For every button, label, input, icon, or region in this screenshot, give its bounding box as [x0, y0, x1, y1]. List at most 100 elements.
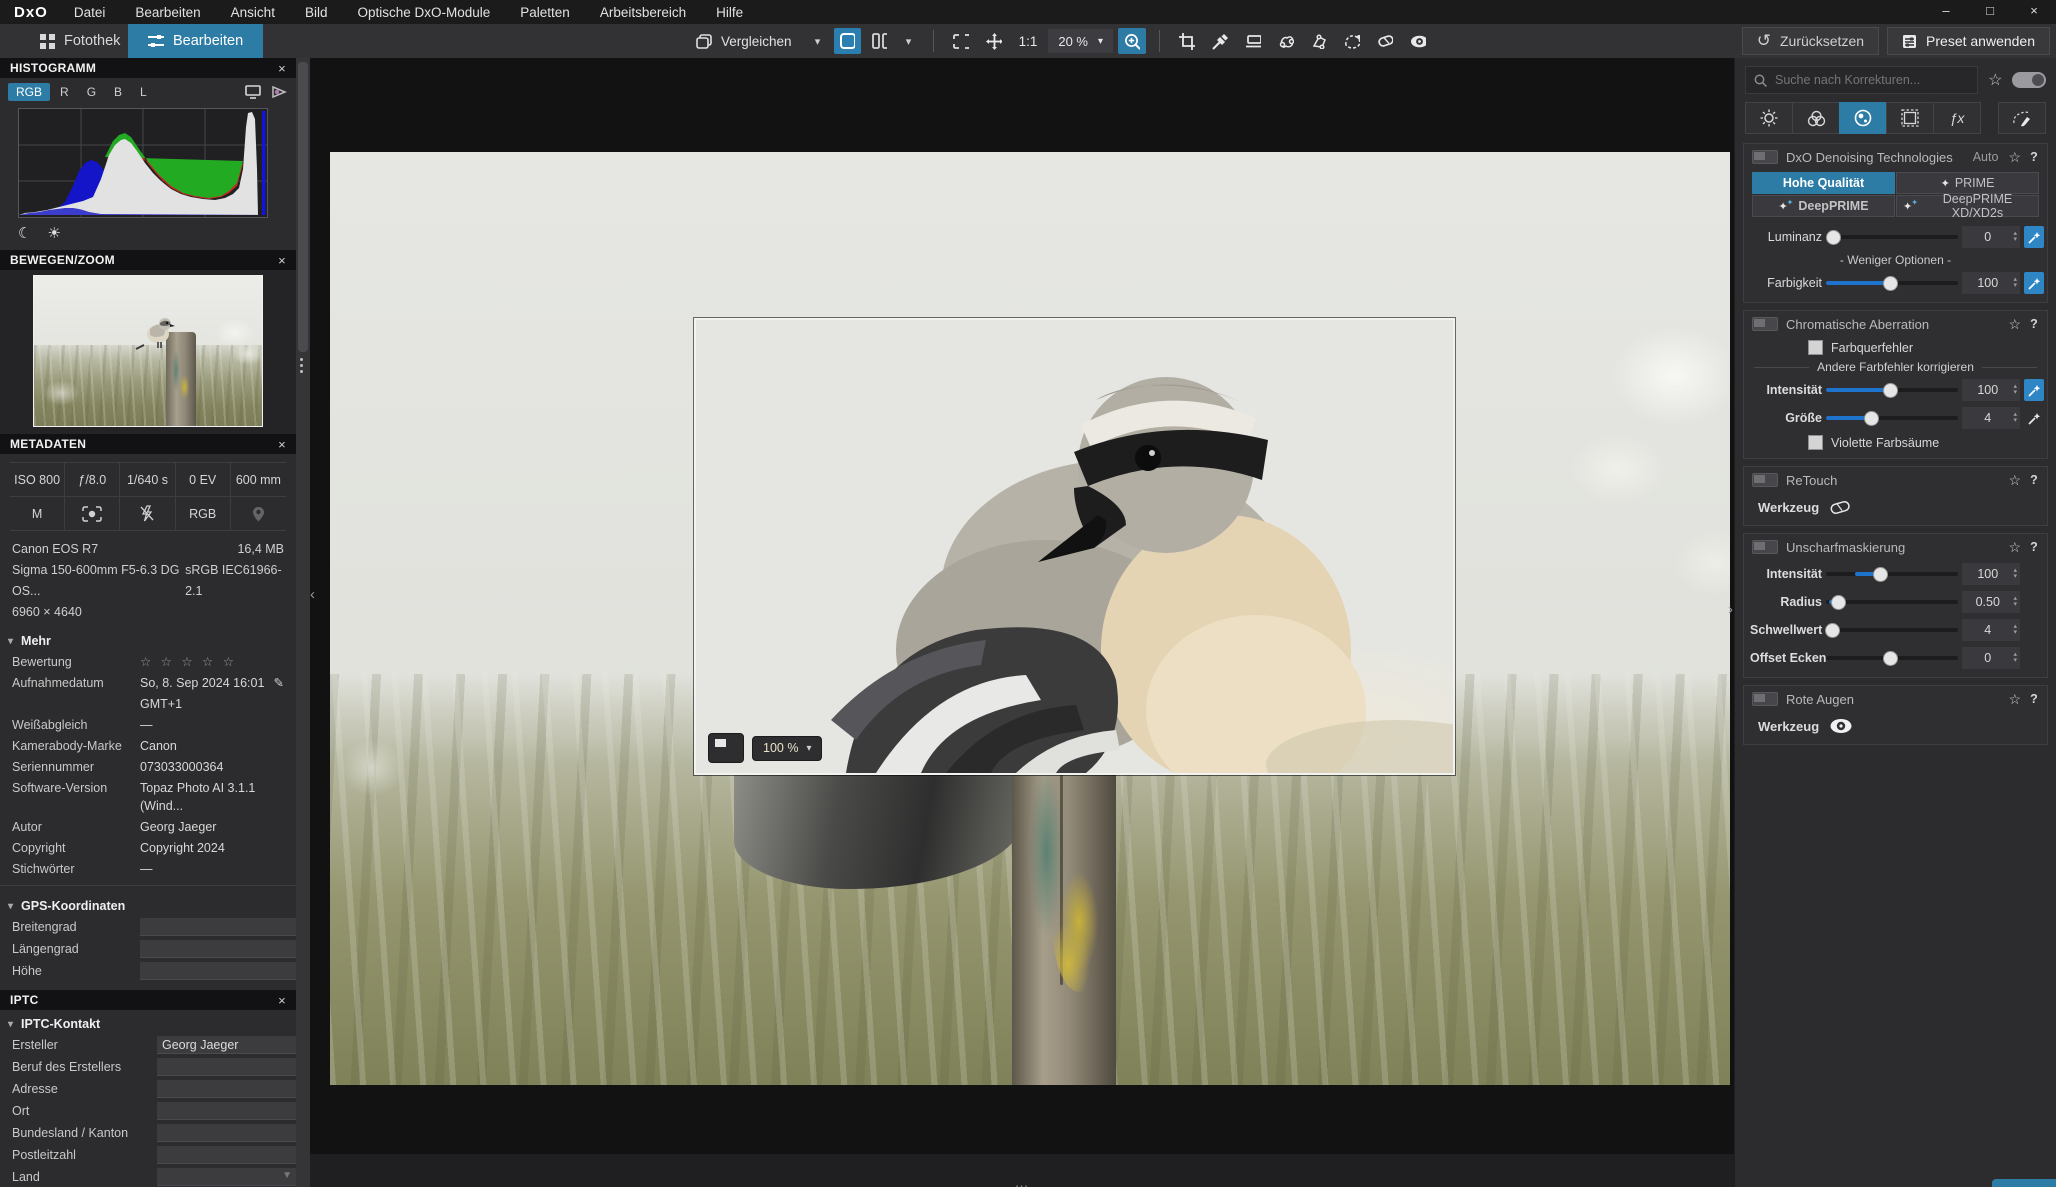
retouch-eraser-icon[interactable] — [1829, 499, 1851, 515]
split-view-button[interactable] — [866, 28, 893, 54]
single-view-button[interactable] — [834, 28, 861, 54]
usm-threshold-value-box[interactable]: 4▴▾ — [1962, 619, 2020, 641]
horizon-tool-button[interactable] — [1239, 28, 1267, 54]
luminance-slider[interactable] — [1826, 231, 1958, 243]
mode-hohe-qualitaet[interactable]: Hohe Qualität — [1752, 172, 1895, 194]
zoom-loupe-rectangle[interactable]: 100 % ▾ — [694, 318, 1455, 775]
magic-wand-button[interactable] — [2024, 272, 2044, 294]
mode-prime[interactable]: ✦PRIME — [1896, 172, 2039, 194]
chrominance-slider[interactable] — [1826, 277, 1958, 289]
image-canvas[interactable]: 100 % ▾ … ‹ › — [310, 58, 1735, 1187]
altitude-input[interactable] — [140, 962, 296, 980]
menu-bearbeiten[interactable]: Bearbeiten — [135, 5, 200, 20]
usm-intensity-slider[interactable] — [1826, 568, 1958, 580]
help-icon[interactable]: ? — [2029, 317, 2039, 331]
photo-main-view[interactable]: 100 % ▾ — [330, 152, 1730, 1085]
help-icon[interactable]: ? — [2029, 692, 2039, 706]
favorite-star-icon[interactable]: ☆ — [2008, 539, 2021, 556]
crop-tool-button[interactable] — [1173, 28, 1201, 54]
metadata-close-icon[interactable]: × — [278, 437, 286, 452]
soft-proof-icon[interactable] — [271, 85, 288, 99]
red-eye-tool-button[interactable] — [1404, 28, 1432, 54]
ca-intensity-value-box[interactable]: 100▴▾ — [1962, 379, 2020, 401]
zoom-level-select[interactable]: 20 % ▾ — [1048, 29, 1113, 53]
menu-bild[interactable]: Bild — [305, 5, 328, 20]
category-color-icon[interactable] — [1792, 102, 1840, 134]
navigator-thumbnail[interactable] — [34, 276, 262, 426]
local-adjustments-brush-icon[interactable] — [1998, 102, 2046, 134]
retouch-eraser-tool-button[interactable] — [1371, 28, 1399, 54]
usm-threshold-slider[interactable] — [1826, 624, 1958, 636]
category-light-icon[interactable] — [1745, 102, 1793, 134]
move-zoom-panel-header[interactable]: BEWEGEN/ZOOM × — [0, 250, 296, 270]
menu-arbeitsbereich[interactable]: Arbeitsbereich — [600, 5, 686, 20]
monitor-icon[interactable] — [245, 85, 261, 99]
edit-date-icon[interactable]: ✎ — [274, 674, 284, 692]
magic-wand-button[interactable] — [2024, 379, 2044, 401]
apply-preset-button[interactable]: Preset anwenden — [1887, 27, 2050, 55]
mode-deepprime[interactable]: ✦✦DeepPRIME — [1752, 195, 1895, 217]
favorites-filter-icon[interactable]: ☆ — [1988, 70, 2002, 90]
usm-corner-offset-value-box[interactable]: 0▴▾ — [1962, 647, 2020, 669]
color-picker-tool-button[interactable] — [1206, 28, 1234, 54]
compare-button[interactable]: Vergleichen — [686, 28, 802, 54]
menu-ansicht[interactable]: Ansicht — [231, 5, 275, 20]
zoom-1-1-button[interactable]: 1:1 — [1013, 34, 1044, 49]
metadata-panel-header[interactable]: METADATEN × — [0, 434, 296, 454]
denoise-enable-toggle[interactable] — [1752, 150, 1778, 164]
highlight-clipping-icon[interactable]: ☀ — [47, 224, 60, 242]
control-line-tool-button[interactable] — [1305, 28, 1333, 54]
latitude-input[interactable] — [140, 918, 296, 936]
creator-input[interactable] — [157, 1036, 296, 1054]
close-button[interactable]: × — [2012, 0, 2056, 24]
section-gps[interactable]: ▾ GPS-Koordinaten — [0, 892, 296, 916]
maximize-button[interactable]: □ — [1968, 0, 2012, 24]
channel-g[interactable]: G — [79, 83, 104, 101]
usm-intensity-value-box[interactable]: 100▴▾ — [1962, 563, 2020, 585]
menu-paletten[interactable]: Paletten — [520, 5, 570, 20]
loupe-zoom-select[interactable]: 100 % ▾ — [752, 736, 822, 761]
chrominance-value-box[interactable]: 100▴▾ — [1962, 272, 2020, 294]
channel-b[interactable]: B — [106, 83, 130, 101]
ca-size-value-box[interactable]: 4▴▾ — [1962, 407, 2020, 429]
retouch-enable-toggle[interactable] — [1752, 473, 1778, 487]
postal-code-input[interactable] — [157, 1146, 296, 1164]
red-eye-tool-icon[interactable] — [1829, 718, 1853, 734]
address-input[interactable] — [157, 1080, 296, 1098]
active-corrections-toggle[interactable] — [2012, 72, 2046, 88]
rating-stars[interactable]: ☆ ☆ ☆ ☆ ☆ — [140, 653, 237, 671]
category-detail-icon[interactable] — [1839, 102, 1887, 134]
favorite-star-icon[interactable]: ☆ — [2008, 691, 2021, 708]
histogram-close-icon[interactable]: × — [278, 61, 286, 76]
collapse-left-panel-icon[interactable]: ‹ — [310, 586, 315, 603]
country-input[interactable] — [157, 1168, 296, 1186]
favorite-star-icon[interactable]: ☆ — [2008, 472, 2021, 489]
filmstrip-handle[interactable]: … — [1015, 1174, 1031, 1187]
iptc-close-icon[interactable]: × — [278, 993, 286, 1008]
help-icon[interactable]: ? — [2029, 540, 2039, 554]
section-more[interactable]: ▾ Mehr — [0, 627, 296, 651]
usm-radius-slider[interactable] — [1826, 596, 1958, 608]
loupe-mode-button[interactable] — [708, 733, 744, 763]
ca-size-slider[interactable] — [1826, 412, 1958, 424]
menu-datei[interactable]: Datei — [74, 5, 106, 20]
left-scrollbar[interactable] — [296, 58, 310, 1187]
search-input[interactable] — [1773, 72, 1969, 88]
favorite-star-icon[interactable]: ☆ — [2008, 316, 2021, 333]
sidebar-splitter-grip[interactable] — [300, 358, 303, 373]
favorite-star-icon[interactable]: ☆ — [2008, 149, 2021, 166]
move-zoom-close-icon[interactable]: × — [278, 253, 286, 268]
state-input[interactable] — [157, 1124, 296, 1142]
usm-radius-value-box[interactable]: 0.50▴▾ — [1962, 591, 2020, 613]
iptc-panel-header[interactable]: IPTC × — [0, 990, 296, 1010]
view-dropdown-arrow[interactable]: ▾ — [898, 28, 920, 54]
mode-deepprime-xd[interactable]: ✦✦DeepPRIME XD/XD2s — [1896, 195, 2039, 217]
histogram-panel-header[interactable]: HISTOGRAMM × — [0, 58, 296, 78]
help-icon[interactable]: ? — [2029, 473, 2039, 487]
tab-fotothek[interactable]: Fotothek — [20, 24, 140, 58]
scroll-down-arrow-icon[interactable]: ▼ — [282, 1170, 292, 1181]
usm-enable-toggle[interactable] — [1752, 540, 1778, 554]
control-point-tool-button[interactable] — [1272, 28, 1300, 54]
luminance-value-box[interactable]: 0▴▾ — [1962, 226, 2020, 248]
red-eye-enable-toggle[interactable] — [1752, 692, 1778, 706]
